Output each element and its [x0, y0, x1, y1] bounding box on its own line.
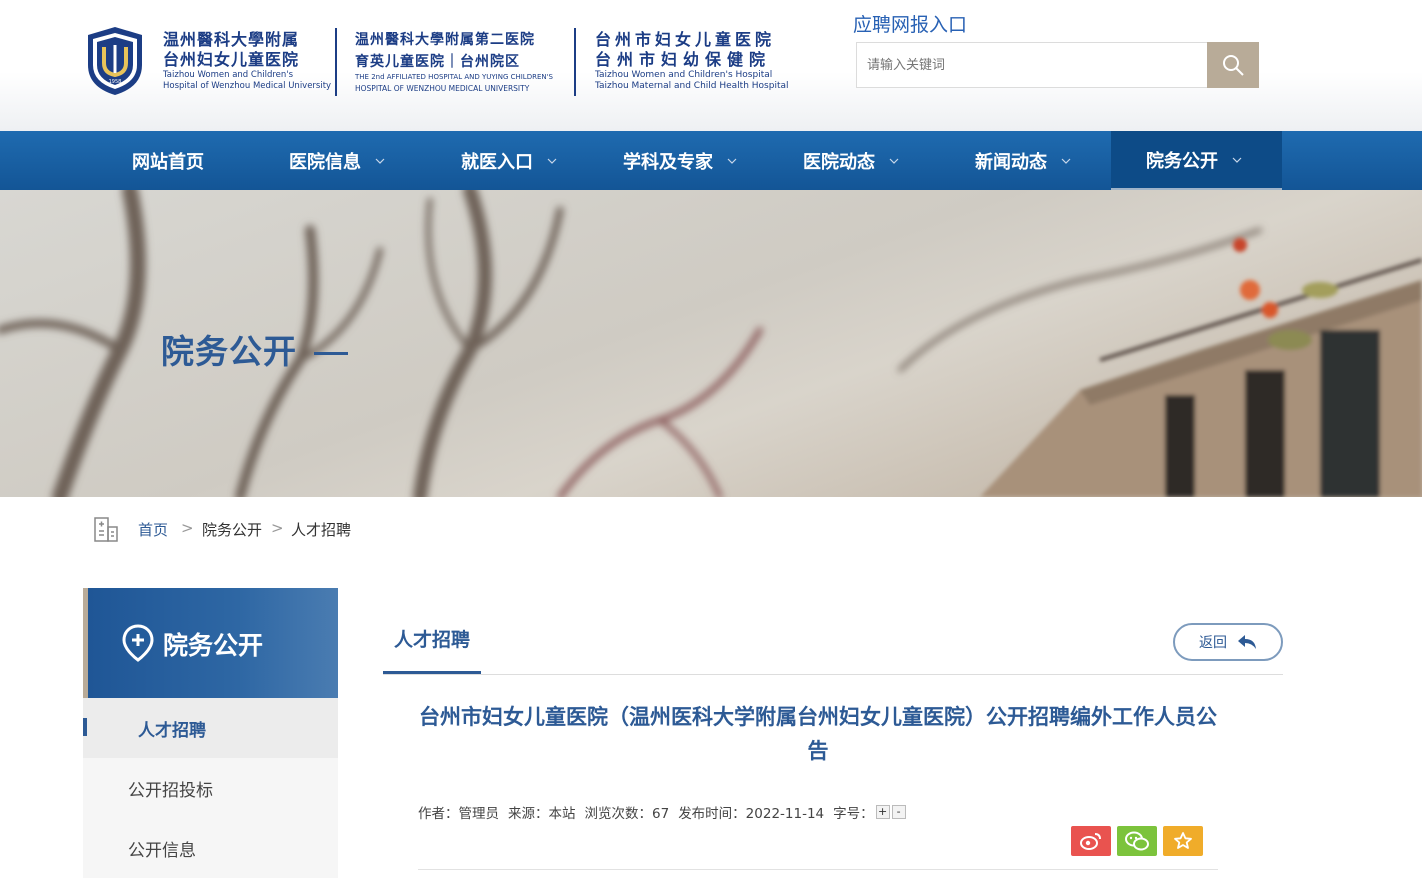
- nav-item-affairs-public[interactable]: 院务公开: [1111, 131, 1282, 190]
- content-divider: [383, 674, 1283, 675]
- meta-divider: [418, 869, 1218, 870]
- sidebar-title: 院务公开: [163, 631, 264, 660]
- sidebar-item-public-tender[interactable]: 公开招投标: [83, 758, 338, 818]
- page-banner: 院务公开: [0, 190, 1422, 497]
- search-icon: [1223, 55, 1244, 76]
- chevron-down-icon: [889, 158, 899, 164]
- sidebar-item-public-info[interactable]: 公开信息: [83, 818, 338, 878]
- sidebar-header: 院务公开: [83, 588, 338, 698]
- nav-item-departments-experts[interactable]: 学科及专家: [623, 131, 737, 190]
- sidebar-item-talent-recruitment[interactable]: 人才招聘: [83, 698, 338, 758]
- article-meta: 作者：管理员 来源：本站 浏览次数：67 发布时间：2022-11-14 字号：…: [418, 802, 908, 822]
- logo-text-3: 台州市妇女儿童医院 台州市妇幼保健院 Taizhou Women and Chi…: [595, 30, 789, 91]
- logo-divider: [335, 28, 337, 96]
- breadcrumb-separator: >: [271, 519, 284, 537]
- chevron-down-icon: [547, 158, 557, 164]
- main-nav: 网站首页 医院信息 就医入口 学科及专家 医院动态 新闻动态 院务公开: [0, 131, 1422, 190]
- building-icon: [94, 517, 118, 542]
- logo-text-2: 温州醫科大學附属第二医院 育英儿童医院｜台州院区 THE 2nd AFFILIA…: [355, 32, 553, 93]
- chevron-down-icon: [1232, 157, 1242, 163]
- svg-text:1958: 1958: [109, 79, 122, 85]
- breadcrumb-separator: >: [181, 519, 194, 537]
- nav-item-hospital-info[interactable]: 医院信息: [289, 131, 385, 190]
- chevron-down-icon: [375, 158, 385, 164]
- back-button[interactable]: 返回: [1173, 623, 1283, 661]
- meta-date: 发布时间：2022-11-14: [678, 806, 825, 822]
- share-wechat-button[interactable]: [1117, 826, 1157, 856]
- banner-title: 院务公开: [161, 332, 297, 371]
- nav-item-medical-entry[interactable]: 就医入口: [461, 131, 557, 190]
- search-button[interactable]: [1207, 42, 1259, 88]
- meta-source: 来源：本站: [508, 806, 576, 822]
- breadcrumb-current[interactable]: 人才招聘: [291, 519, 351, 540]
- nav-item-news[interactable]: 新闻动态: [975, 131, 1071, 190]
- location-pin-icon: [122, 624, 154, 662]
- tab-talent-recruitment[interactable]: 人才招聘: [394, 625, 470, 652]
- search-input[interactable]: [856, 42, 1208, 88]
- wechat-icon: [1125, 831, 1149, 851]
- meta-views: 浏览次数：67: [584, 806, 670, 822]
- nav-item-home[interactable]: 网站首页: [132, 131, 204, 190]
- banner-title-underline: [314, 352, 348, 355]
- recruit-entry-link[interactable]: 应聘网报入口: [853, 10, 967, 37]
- font-increase-button[interactable]: +: [875, 805, 890, 819]
- star-icon: [1174, 832, 1192, 849]
- meta-author: 作者：管理员: [418, 806, 499, 822]
- meta-font-size-label: 字号：: [833, 806, 874, 822]
- font-decrease-button[interactable]: -: [891, 805, 906, 819]
- site-header: 1958 温州醫科大學附属 台州妇女儿童医院 Taizhou Women and…: [0, 0, 1422, 131]
- share-weibo-button[interactable]: [1071, 826, 1111, 856]
- breadcrumb-affairs-public[interactable]: 院务公开: [202, 519, 262, 540]
- back-arrow-icon: [1238, 635, 1256, 649]
- chevron-down-icon: [1061, 158, 1071, 164]
- weibo-icon: [1080, 833, 1101, 850]
- article-title: 台州市妇女儿童医院（温州医科大学附属台州妇女儿童医院）公开招聘编外工作人员公告: [419, 705, 1217, 763]
- hospital-emblem-icon[interactable]: 1958: [84, 25, 146, 97]
- logo-divider: [574, 28, 576, 96]
- breadcrumb-home[interactable]: 首页: [138, 519, 168, 540]
- chevron-down-icon: [727, 158, 737, 164]
- nav-item-hospital-news[interactable]: 医院动态: [803, 131, 899, 190]
- share-favorite-button[interactable]: [1163, 826, 1203, 856]
- logo-text-1: 温州醫科大學附属 台州妇女儿童医院 Taizhou Women and Chil…: [163, 30, 332, 91]
